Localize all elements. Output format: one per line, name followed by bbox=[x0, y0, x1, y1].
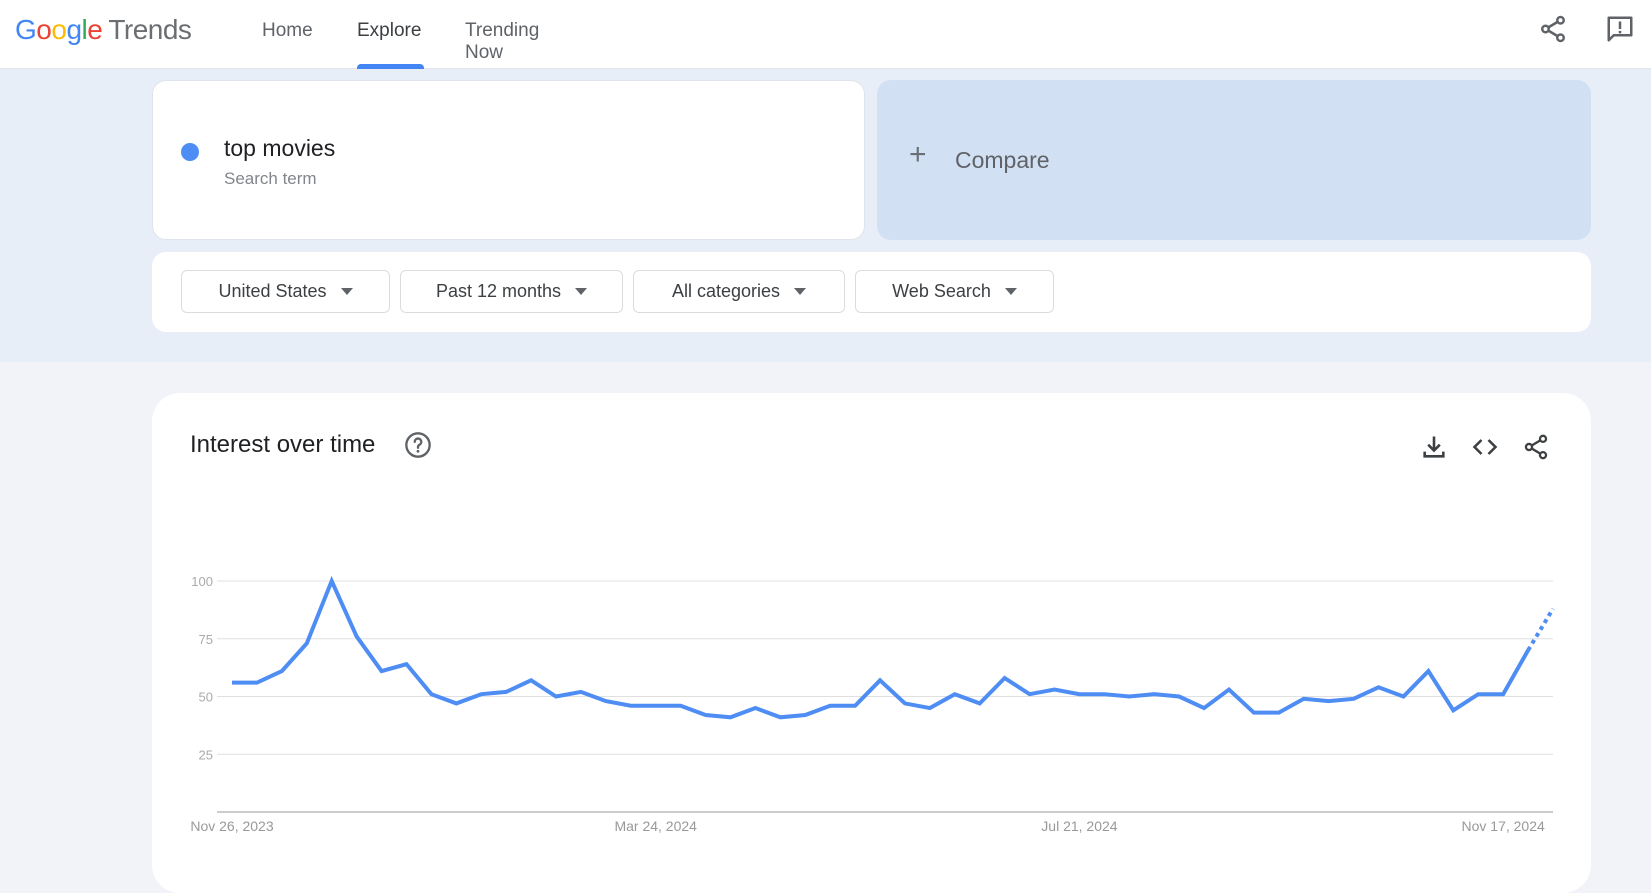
search-term-card[interactable]: top movies Search term bbox=[152, 80, 865, 240]
term-color-dot bbox=[181, 143, 199, 161]
logo-letter: g bbox=[66, 14, 82, 45]
logo-product-name: Trends bbox=[108, 14, 192, 45]
dropdown-arrow-icon bbox=[340, 288, 353, 295]
embed-icon[interactable] bbox=[1471, 433, 1499, 461]
share-icon[interactable] bbox=[1522, 433, 1550, 461]
filter-category[interactable]: All categories bbox=[633, 270, 845, 313]
interest-over-time-panel: Interest over time bbox=[152, 393, 1591, 893]
filter-search-type-label: Web Search bbox=[892, 281, 991, 301]
help-icon[interactable] bbox=[404, 431, 432, 459]
filter-time-range-label: Past 12 months bbox=[435, 281, 562, 301]
nav-trending-now[interactable]: Trending Now bbox=[465, 20, 539, 64]
logo-letter: G bbox=[15, 14, 37, 45]
compare-button[interactable]: + Compare bbox=[877, 80, 1591, 240]
dropdown-arrow-icon bbox=[794, 288, 807, 295]
google-trends-logo[interactable]: Google Trends bbox=[15, 14, 192, 46]
logo-letter: e bbox=[87, 14, 103, 45]
logo-letter: o bbox=[51, 14, 67, 45]
filter-location[interactable]: United States bbox=[181, 270, 390, 313]
nav-home[interactable]: Home bbox=[262, 20, 313, 42]
top-header: Google Trends Home Explore Trending Now bbox=[0, 0, 1651, 69]
search-term-text[interactable]: top movies bbox=[224, 135, 335, 162]
dropdown-arrow-icon bbox=[575, 288, 588, 295]
share-icon[interactable] bbox=[1538, 14, 1568, 44]
panel-title: Interest over time bbox=[190, 431, 376, 458]
feedback-icon[interactable] bbox=[1605, 14, 1635, 44]
download-icon[interactable] bbox=[1420, 433, 1448, 461]
logo-letter: o bbox=[36, 14, 52, 45]
nav-explore[interactable]: Explore bbox=[357, 20, 421, 42]
filter-location-label: United States bbox=[218, 281, 327, 301]
plus-icon: + bbox=[909, 138, 927, 171]
filter-time-range[interactable]: Past 12 months bbox=[400, 270, 623, 313]
filter-category-label: All categories bbox=[671, 281, 781, 301]
filter-search-type[interactable]: Web Search bbox=[855, 270, 1054, 313]
dropdown-arrow-icon bbox=[1004, 288, 1017, 295]
compare-label: Compare bbox=[955, 147, 1050, 173]
search-term-type: Search term bbox=[224, 169, 317, 188]
filter-bar: United States Past 12 months All categor… bbox=[152, 252, 1591, 332]
